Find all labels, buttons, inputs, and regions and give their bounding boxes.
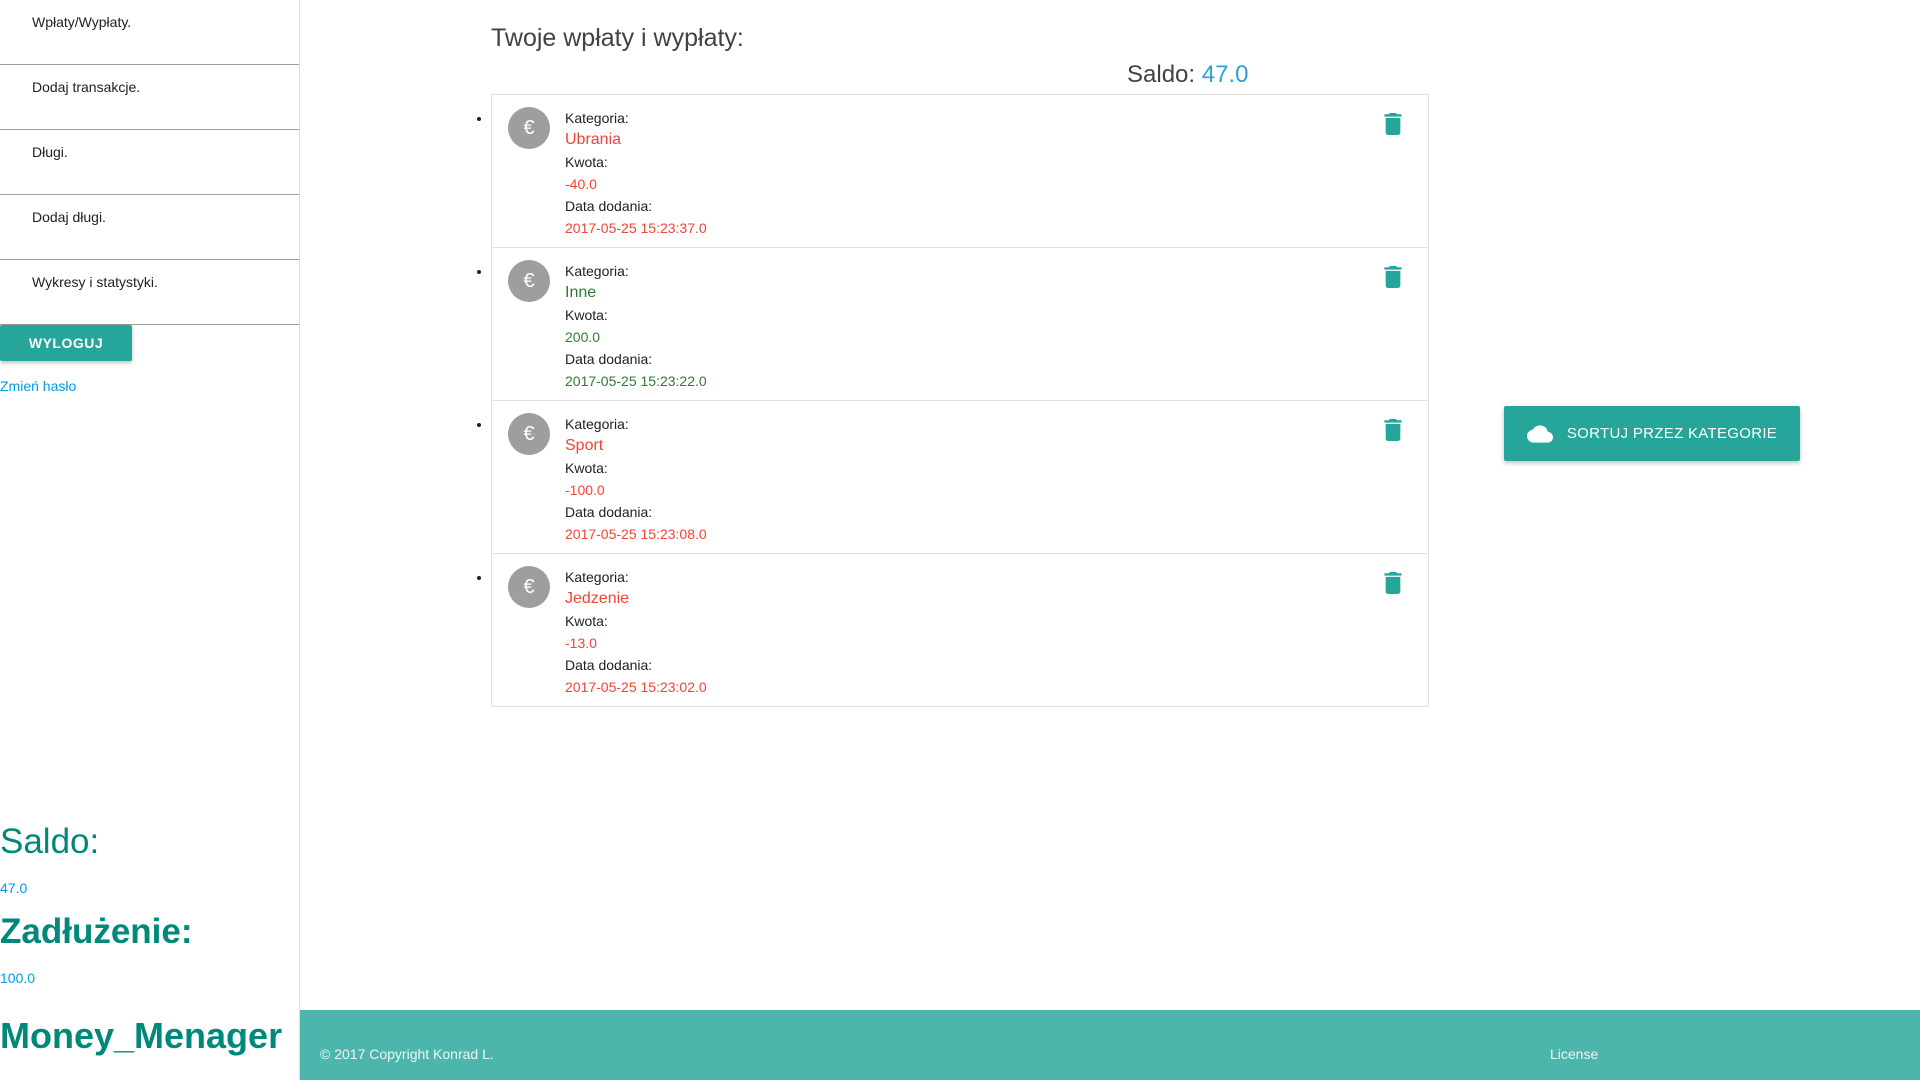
main-saldo-value: 47.0	[1201, 61, 1249, 88]
transaction-item: € Kategoria: Jedzenie Kwota: -13.0 Data …	[492, 554, 1428, 706]
date-value: 2017-05-25 15:23:02.0	[565, 679, 707, 695]
transaction-item: € Kategoria: Inne Kwota: 200.0 Data doda…	[492, 248, 1428, 401]
sidebar-saldo-heading: Saldo:	[0, 822, 100, 861]
sidebar-saldo-value: 47.0	[0, 880, 28, 896]
sidebar-item-debts[interactable]: Długi.	[0, 130, 299, 195]
sort-button-label: SORTUJ PRZEZ KATEGORIE	[1566, 425, 1778, 442]
transaction-list: € Kategoria: Ubrania Kwota: -40.0 Data d…	[491, 94, 1429, 707]
page-title: Twoje wpłaty i wypłaty:	[491, 24, 744, 52]
trash-icon[interactable]	[1384, 113, 1402, 135]
date-label: Data dodania:	[565, 657, 653, 673]
euro-icon: €	[508, 107, 550, 149]
amount-label: Kwota:	[565, 460, 608, 476]
transaction-item: € Kategoria: Ubrania Kwota: -40.0 Data d…	[492, 95, 1428, 248]
category-label: Kategoria:	[565, 110, 629, 126]
category-value: Jedzenie	[565, 590, 630, 607]
transaction-item: € Kategoria: Sport Kwota: -100.0 Data do…	[492, 401, 1428, 554]
euro-icon: €	[508, 260, 550, 302]
sidebar-item-add-debts[interactable]: Dodaj długi.	[0, 195, 299, 260]
main-saldo-label: Saldo:	[1127, 61, 1196, 88]
amount-label: Kwota:	[565, 154, 608, 170]
category-value: Ubrania	[565, 131, 622, 148]
trash-icon[interactable]	[1384, 572, 1402, 594]
sidebar-item-charts-stats[interactable]: Wykresy i statystyki.	[0, 260, 299, 325]
trash-icon[interactable]	[1384, 266, 1402, 288]
cloud-icon	[1526, 424, 1553, 443]
footer-license-link[interactable]: License	[1550, 1046, 1598, 1062]
sidebar-debt-value: 100.0	[0, 970, 36, 986]
brand-name: Money_Menager	[0, 1015, 283, 1056]
amount-value: -40.0	[565, 176, 597, 192]
category-value: Sport	[565, 437, 604, 454]
date-value: 2017-05-25 15:23:08.0	[565, 526, 707, 542]
euro-icon: €	[508, 566, 550, 608]
amount-value: 200.0	[565, 329, 601, 345]
sort-by-category-button[interactable]: SORTUJ PRZEZ KATEGORIE	[1504, 406, 1800, 461]
main-saldo: Saldo: 47.0	[1127, 61, 1248, 89]
change-password-link[interactable]: Zmień hasło	[0, 378, 76, 394]
sidebar-item-deposits-withdrawals[interactable]: Wpłaty/Wypłaty.	[0, 0, 299, 65]
date-label: Data dodania:	[565, 351, 653, 367]
sidebar: Wpłaty/Wypłaty. Dodaj transakcje. Długi.…	[0, 0, 300, 1080]
date-label: Data dodania:	[565, 504, 653, 520]
category-value: Inne	[565, 284, 597, 301]
date-value: 2017-05-25 15:23:37.0	[565, 220, 707, 236]
amount-value: -100.0	[565, 482, 605, 498]
logout-button[interactable]: WYLOGUJ	[0, 325, 132, 361]
category-label: Kategoria:	[565, 569, 629, 585]
amount-label: Kwota:	[565, 307, 608, 323]
category-label: Kategoria:	[565, 263, 629, 279]
sidebar-item-add-transaction[interactable]: Dodaj transakcje.	[0, 65, 299, 130]
amount-label: Kwota:	[565, 613, 608, 629]
sidebar-debt-heading: Zadłużenie:	[0, 912, 193, 951]
trash-icon[interactable]	[1384, 419, 1402, 441]
amount-value: -13.0	[565, 635, 597, 651]
date-label: Data dodania:	[565, 198, 653, 214]
category-label: Kategoria:	[565, 416, 629, 432]
euro-icon: €	[508, 413, 550, 455]
footer-copyright: © 2017 Copyright Konrad L.	[320, 1046, 494, 1062]
date-value: 2017-05-25 15:23:22.0	[565, 373, 707, 389]
footer: © 2017 Copyright Konrad L. License	[300, 1010, 1920, 1080]
